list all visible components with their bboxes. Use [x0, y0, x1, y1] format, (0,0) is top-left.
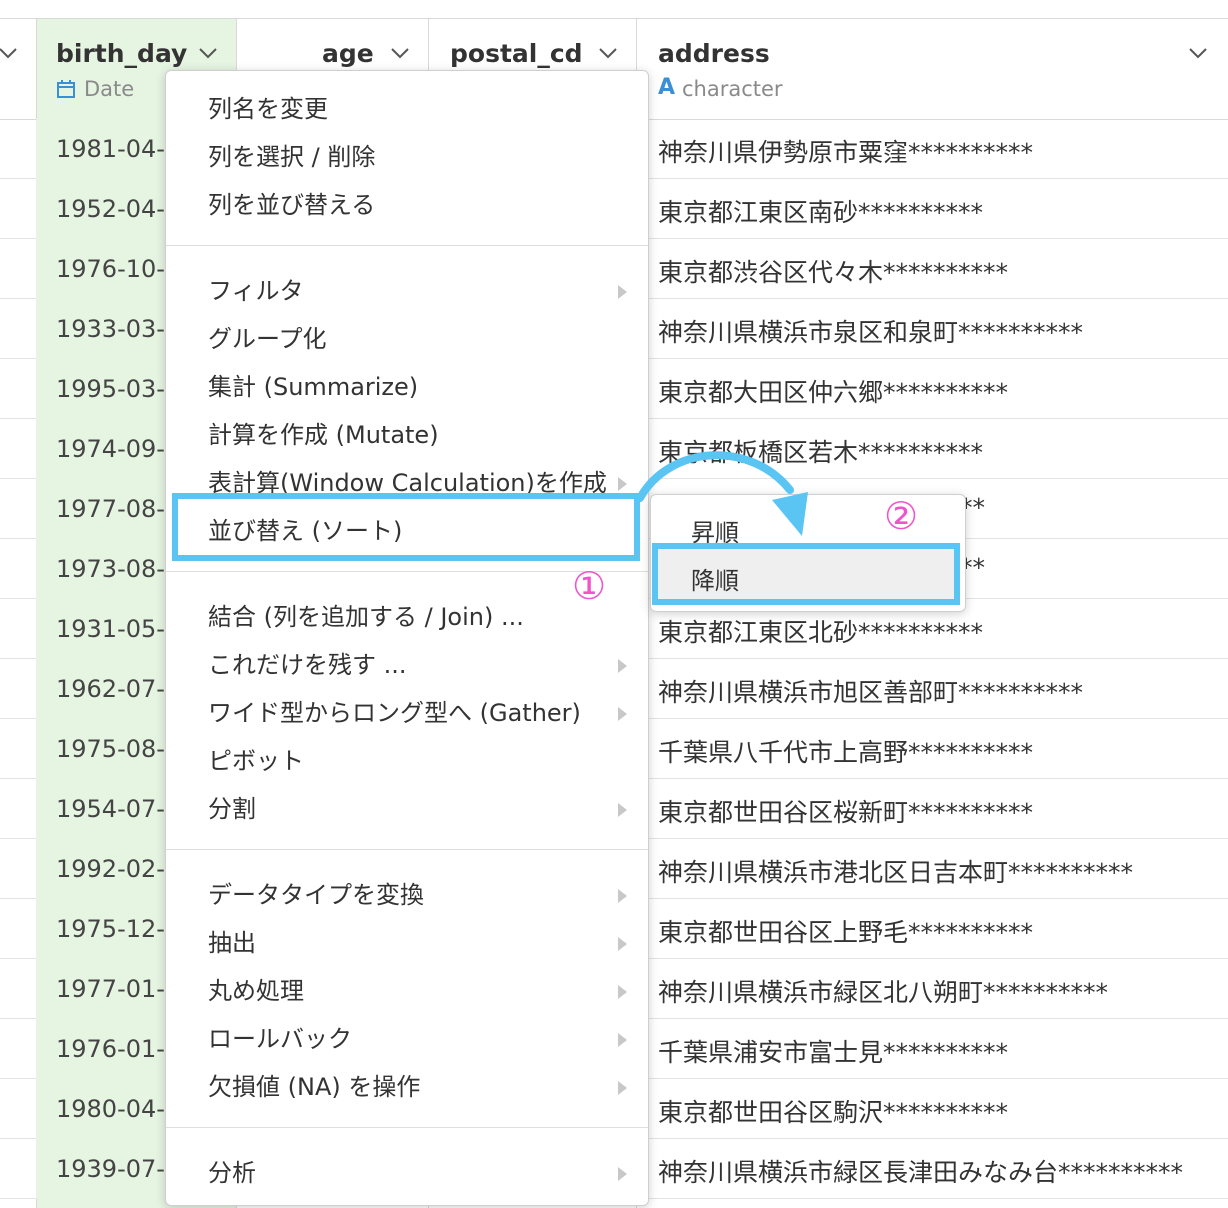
birth-day-value: 1931-05-: [56, 615, 165, 643]
address-cell[interactable]: 神奈川県横浜市緑区北八朔町**********: [658, 973, 1108, 1009]
birth-day-value: 1980-04-: [56, 1095, 165, 1123]
column-header-address[interactable]: address A character: [636, 19, 1228, 119]
birth-day-value: 1976-10-: [56, 255, 165, 283]
annotation-arrow-icon: [636, 451, 808, 536]
birth-day-value: 1962-07-: [56, 675, 165, 703]
menu-item[interactable]: これだけを残す ...: [208, 645, 407, 680]
submenu-arrow-icon: [616, 705, 628, 723]
menu-item[interactable]: フィルタ: [208, 271, 304, 306]
birth-day-value: 1952-04-: [56, 195, 165, 223]
column-context-menu: 列名を変更列を選択 / 削除 列を並び替える フィルタグループ化集計 (Summar…: [165, 70, 649, 1206]
birth-day-value: 1977-08-: [56, 495, 165, 523]
step-2-marker: ②: [884, 494, 919, 538]
menu-item[interactable]: 分割: [208, 789, 256, 824]
birth-day-value: 1976-01-: [56, 1035, 165, 1063]
column-name: age: [322, 39, 374, 68]
menu-separator: [166, 245, 648, 246]
chevron-down-icon[interactable]: [596, 41, 620, 65]
address-cell[interactable]: 神奈川県横浜市緑区長津田みなみ台**********: [658, 1153, 1183, 1189]
highlight-sort-menu-item: [172, 493, 640, 561]
submenu-arrow-icon: [616, 1031, 628, 1049]
birth-day-value: 1939-07-: [56, 1155, 165, 1183]
birth-day-value: 1975-12-: [56, 915, 165, 943]
address-cell[interactable]: 東京都世田谷区駒沢**********: [658, 1093, 1008, 1129]
menu-item[interactable]: ワイド型からロング型へ (Gather): [208, 693, 581, 728]
address-cell[interactable]: 神奈川県横浜市泉区和泉町**********: [658, 313, 1083, 349]
address-cell[interactable]: 東京都世田谷区上野毛**********: [658, 913, 1033, 949]
birth-day-value: 1977-01-: [56, 975, 165, 1003]
menu-item[interactable]: データタイプを変換: [208, 875, 424, 910]
birth-day-value: 1975-08-: [56, 735, 165, 763]
menu-item[interactable]: 集計 (Summarize): [208, 367, 418, 402]
birth-day-value: 1954-07-: [56, 795, 165, 823]
menu-separator: [166, 1127, 648, 1128]
column-name: birth_day: [56, 39, 188, 68]
address-cell[interactable]: 千葉県浦安市富士見**********: [658, 1033, 1008, 1069]
menu-item[interactable]: ピボット: [208, 741, 304, 776]
chevron-down-icon[interactable]: [1186, 41, 1210, 65]
menu-item[interactable]: 分析: [208, 1153, 256, 1188]
address-cell[interactable]: 千葉県八千代市上高野**********: [658, 733, 1033, 769]
address-cell[interactable]: 東京都渋谷区代々木**********: [658, 253, 1008, 289]
menu-item[interactable]: 抽出: [208, 923, 256, 958]
address-cell[interactable]: 東京都江東区南砂**********: [658, 193, 983, 229]
birth-day-value: 1974-09-: [56, 435, 165, 463]
column-name: address: [658, 39, 770, 68]
character-type-icon: A: [658, 75, 676, 100]
birth-day-value: 1995-03-: [56, 375, 165, 403]
submenu-arrow-icon: [616, 983, 628, 1001]
calendar-icon: [56, 79, 76, 99]
menu-item[interactable]: ロールバック: [208, 1019, 352, 1054]
submenu-arrow-icon: [616, 935, 628, 953]
address-cell[interactable]: 東京都大田区仲六郷**********: [658, 373, 1008, 409]
menu-item[interactable]: 列を選択 / 削除: [208, 137, 375, 172]
chevron-down-icon[interactable]: [0, 41, 20, 65]
menu-item[interactable]: 列を並び替える: [208, 185, 375, 220]
menu-separator: [166, 849, 648, 850]
submenu-arrow-icon: [616, 801, 628, 819]
menu-item[interactable]: 丸め処理: [208, 971, 304, 1006]
menu-item[interactable]: グループ化: [208, 319, 327, 354]
birth-day-value: 1973-08-: [56, 555, 165, 583]
birth-day-value: 1992-02-: [56, 855, 165, 883]
chevron-down-icon[interactable]: [196, 41, 220, 65]
address-cell[interactable]: 神奈川県伊勢原市粟窪**********: [658, 133, 1033, 169]
step-1-marker: ①: [572, 564, 607, 608]
column-name: postal_cd: [450, 39, 583, 68]
submenu-arrow-icon: [616, 887, 628, 905]
address-cell[interactable]: 東京都世田谷区桜新町**********: [658, 793, 1033, 829]
column-header-prev[interactable]: [0, 19, 36, 119]
menu-item[interactable]: 列名を変更: [208, 89, 328, 124]
submenu-arrow-icon: [616, 657, 628, 675]
column-type: Date: [84, 77, 135, 101]
submenu-arrow-icon: [616, 1165, 628, 1183]
birth-day-value: 1933-03-: [56, 315, 165, 343]
chevron-down-icon[interactable]: [388, 41, 412, 65]
submenu-arrow-icon: [616, 475, 628, 493]
address-cell[interactable]: 神奈川県横浜市港北区日吉本町**********: [658, 853, 1133, 889]
menu-item[interactable]: 結合 (列を追加する / Join) ...: [208, 597, 524, 632]
submenu-arrow-icon: [616, 283, 628, 301]
menu-item[interactable]: 欠損値 (NA) を操作: [208, 1067, 420, 1102]
address-cell[interactable]: 神奈川県横浜市旭区善部町**********: [658, 673, 1083, 709]
address-cell[interactable]: 東京都江東区北砂**********: [658, 613, 983, 649]
column-type: character: [682, 77, 783, 101]
menu-item[interactable]: 計算を作成 (Mutate): [208, 415, 439, 450]
submenu-arrow-icon: [616, 1079, 628, 1097]
birth-day-value: 1981-04-: [56, 135, 165, 163]
